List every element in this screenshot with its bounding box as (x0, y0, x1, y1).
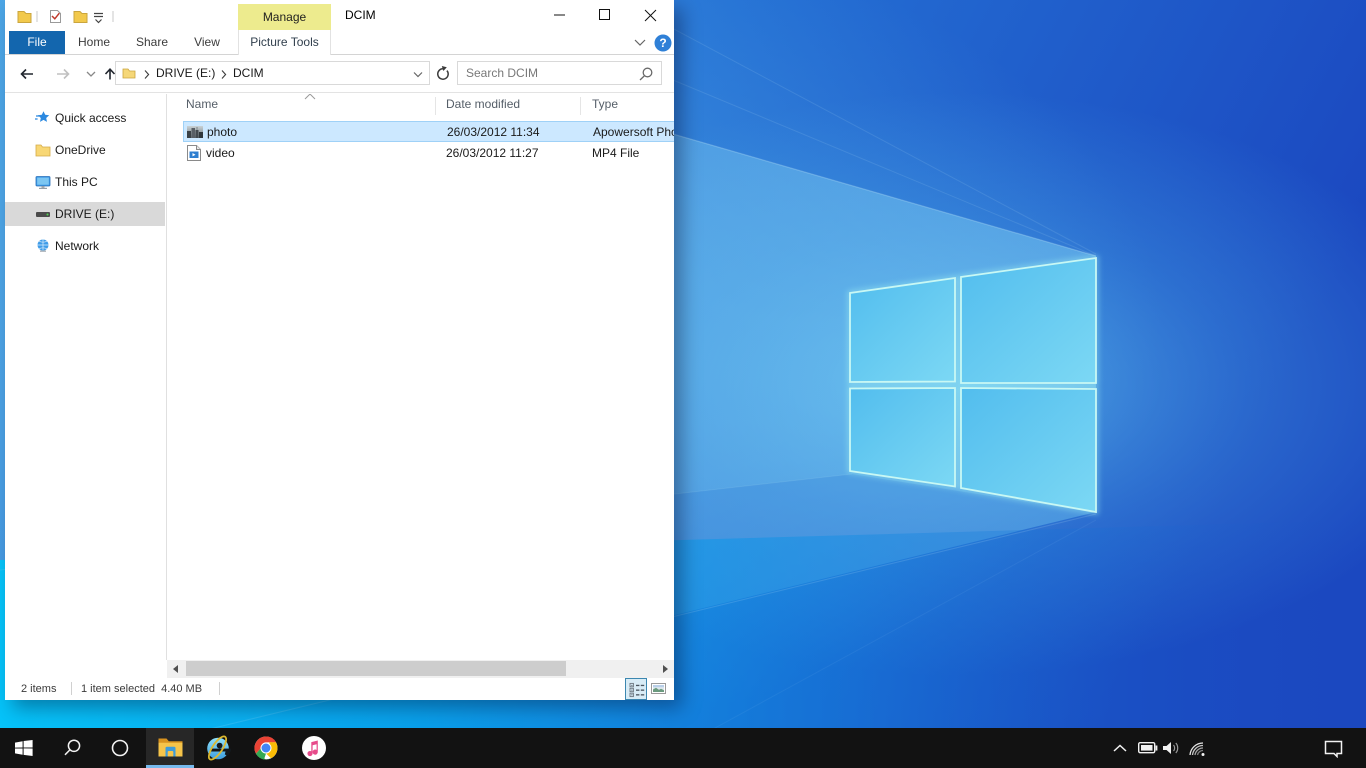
svg-text:?: ? (659, 36, 666, 50)
